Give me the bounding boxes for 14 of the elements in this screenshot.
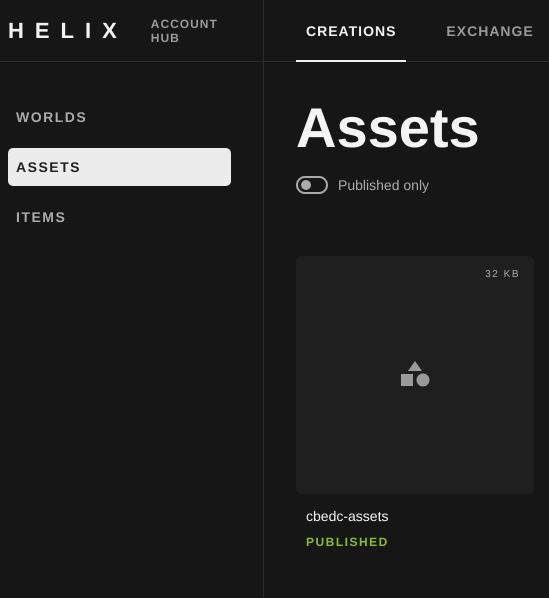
nav-tab[interactable]: CREATIONS xyxy=(296,0,406,62)
toggle-label: Published only xyxy=(338,177,430,193)
helix-logo: HELIX xyxy=(8,18,128,44)
asset-name: cbedc-assets xyxy=(305,508,390,524)
page-title: Assets xyxy=(296,96,481,160)
nav-tab[interactable]: EXCHANGE xyxy=(436,0,544,62)
asset-thumbnail[interactable]: 32 KB xyxy=(296,256,534,494)
sidebar-item[interactable]: WORLDS xyxy=(8,98,231,136)
file-size: 32 KB xyxy=(485,269,520,280)
account-hub-label: ACCOUNT HUB xyxy=(150,16,219,44)
sidebar-item[interactable]: ASSETS xyxy=(8,148,231,186)
published-toggle[interactable] xyxy=(296,176,328,194)
sidebar-item[interactable]: ITEMS xyxy=(8,198,231,236)
status-label: PUBLISHED xyxy=(305,535,390,549)
